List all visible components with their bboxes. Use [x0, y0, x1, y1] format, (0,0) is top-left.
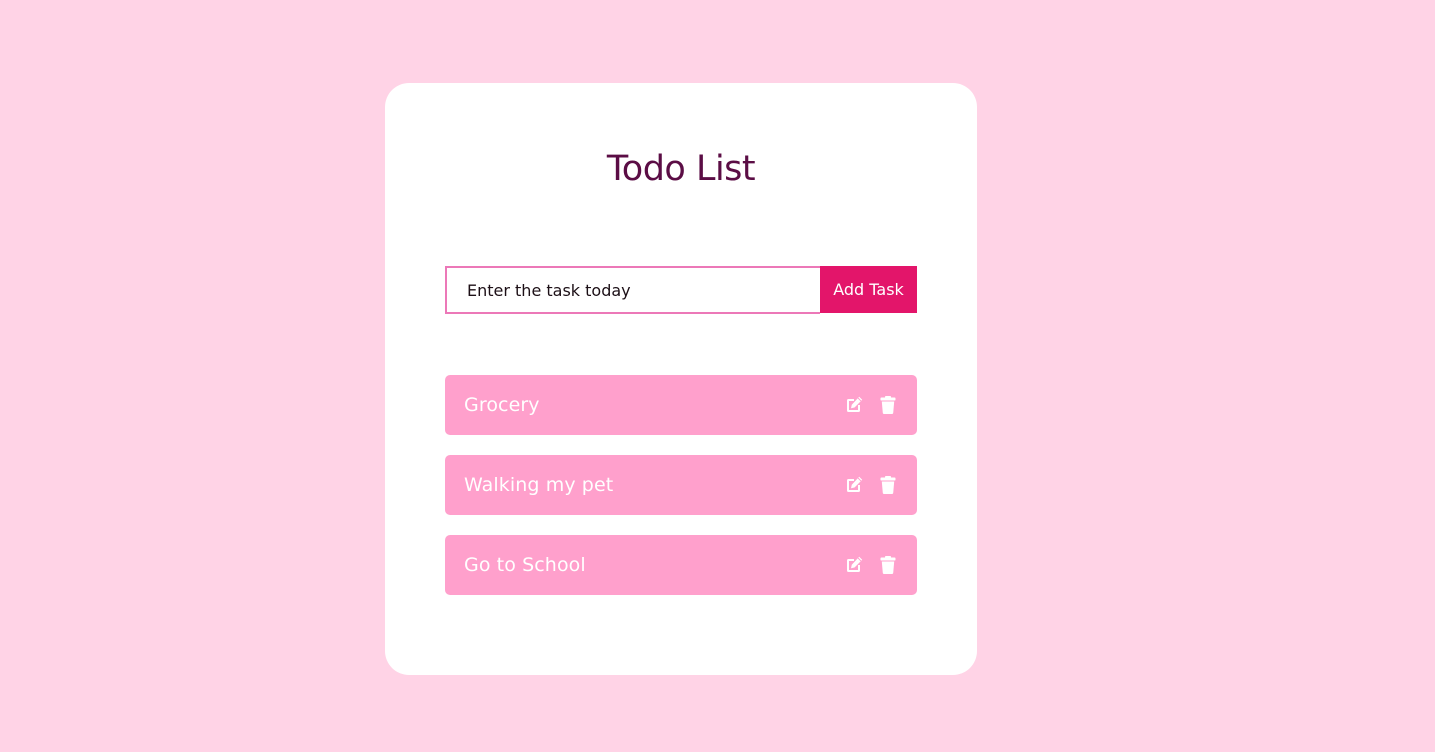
- todo-card: Todo List Add Task Grocery Walking my pe…: [385, 83, 977, 675]
- task-text: Go to School: [464, 554, 586, 576]
- add-task-button[interactable]: Add Task: [820, 266, 917, 313]
- task-actions: [844, 555, 898, 575]
- task-actions: [844, 395, 898, 415]
- edit-icon[interactable]: [844, 555, 864, 575]
- task-input[interactable]: [445, 266, 820, 314]
- add-task-form: Add Task: [445, 266, 917, 314]
- task-list: Grocery Walking my pet Go to School: [445, 375, 917, 615]
- task-actions: [844, 475, 898, 495]
- edit-icon[interactable]: [844, 475, 864, 495]
- task-text: Walking my pet: [464, 474, 614, 496]
- trash-icon[interactable]: [878, 395, 898, 415]
- task-item: Walking my pet: [445, 455, 917, 515]
- task-text: Grocery: [464, 394, 540, 416]
- task-item: Go to School: [445, 535, 917, 595]
- edit-icon[interactable]: [844, 395, 864, 415]
- trash-icon[interactable]: [878, 475, 898, 495]
- trash-icon[interactable]: [878, 555, 898, 575]
- task-item: Grocery: [445, 375, 917, 435]
- page-title: Todo List: [606, 149, 756, 189]
